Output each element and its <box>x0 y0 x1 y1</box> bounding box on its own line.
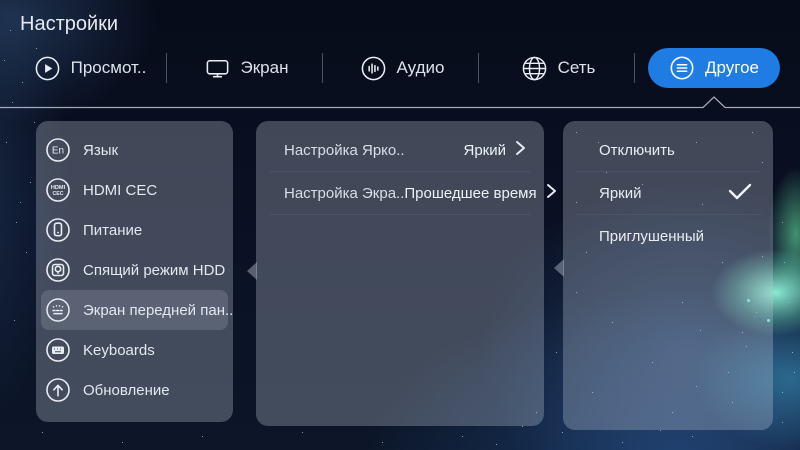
options-panel: Отключить Яркий Приглушенный <box>554 121 773 430</box>
screen-icon <box>204 55 231 82</box>
tab-divider <box>322 53 323 83</box>
tab-divider <box>166 53 167 83</box>
front-panel-icon <box>44 296 72 324</box>
page-title: Настройки <box>20 13 119 35</box>
update-icon <box>44 376 72 404</box>
sidebar-item-hdd-sleep[interactable]: Спящий режим HDD <box>41 250 228 290</box>
row-divider <box>270 214 530 215</box>
settings-screen: Настройки Просмот.. Экран Аудио Сеть Дру… <box>0 0 800 450</box>
setting-row-screen-display[interactable]: Настройка Экра.. Прошедшее время <box>256 172 556 214</box>
starfield-layer-2 <box>0 0 1 1</box>
tab-indicator-line <box>0 96 800 109</box>
network-globe-icon <box>521 55 548 82</box>
tab-label: Другое <box>704 58 759 77</box>
tab-label: Аудио <box>396 58 445 77</box>
tab-label: Просмот.. <box>70 58 147 77</box>
sidebar-item-label: Обновление <box>83 381 170 399</box>
sidebar-item-label: Питание <box>83 221 143 239</box>
option-bright[interactable]: Яркий <box>563 172 773 214</box>
sidebar-item-label: HDMI CEC <box>83 181 158 199</box>
panel-notch-left <box>247 262 257 280</box>
settings-sidebar: En Язык HDMI CEC HDMI CEC Питание Спящий … <box>36 121 233 422</box>
tab-network[interactable]: Сеть <box>521 55 596 82</box>
tab-divider <box>478 53 479 83</box>
keyboard-icon <box>44 336 72 364</box>
sidebar-item-label: Экран передней пан.. <box>83 301 234 319</box>
setting-row-brightness[interactable]: Настройка Ярко.. Яркий <box>256 129 544 171</box>
sidebar-item-label: Язык <box>83 141 119 159</box>
option-disable[interactable]: Отключить <box>563 129 773 171</box>
play-icon <box>34 55 61 82</box>
svg-text:En: En <box>52 146 64 157</box>
checkmark-icon <box>727 181 753 206</box>
tab-audio[interactable]: Аудио <box>360 55 445 82</box>
sidebar-item-label: Keyboards <box>83 341 155 359</box>
chevron-right-icon <box>515 140 526 161</box>
panel-notch-left <box>554 259 564 277</box>
option-label: Приглушенный <box>599 227 704 245</box>
chevron-right-icon <box>546 183 557 204</box>
sidebar-item-language[interactable]: En Язык <box>41 130 228 170</box>
setting-value: Прошедшее время <box>404 184 537 202</box>
tab-other[interactable]: Другое <box>647 48 780 88</box>
tab-divider <box>634 53 635 83</box>
sidebar-item-hdmi-cec[interactable]: HDMI CEC HDMI CEC <box>41 170 228 210</box>
hdd-sleep-icon <box>44 256 72 284</box>
option-label: Яркий <box>599 184 642 202</box>
tab-screen[interactable]: Экран <box>204 55 289 82</box>
sidebar-item-update[interactable]: Обновление <box>41 370 228 410</box>
setting-label: Настройка Ярко.. <box>284 141 405 159</box>
svg-text:CEC: CEC <box>53 191 64 197</box>
hdmi-cec-icon: HDMI CEC <box>44 176 72 204</box>
power-icon <box>44 216 72 244</box>
selected-tab-pill: Другое <box>647 48 780 88</box>
sidebar-item-keyboards[interactable]: Keyboards <box>41 330 228 370</box>
sidebar-item-power[interactable]: Питание <box>41 210 228 250</box>
sidebar-item-label: Спящий режим HDD <box>83 261 226 279</box>
tab-label: Сеть <box>557 58 596 77</box>
language-icon: En <box>44 136 72 164</box>
tab-playback[interactable]: Просмот.. <box>34 55 147 82</box>
tab-bar: Просмот.. Экран Аудио Сеть Другое <box>12 48 792 88</box>
setting-value: Яркий <box>463 141 507 159</box>
tab-label: Экран <box>240 58 289 77</box>
sidebar-item-front-panel-display[interactable]: Экран передней пан.. <box>41 290 233 330</box>
settings-detail-panel: Настройка Ярко.. Яркий Настройка Экра.. … <box>247 121 556 426</box>
audio-icon <box>360 55 387 82</box>
option-label: Отключить <box>599 141 675 159</box>
option-dimmed[interactable]: Приглушенный <box>563 215 773 257</box>
setting-label: Настройка Экра.. <box>284 184 405 202</box>
menu-circle-icon <box>669 55 695 81</box>
